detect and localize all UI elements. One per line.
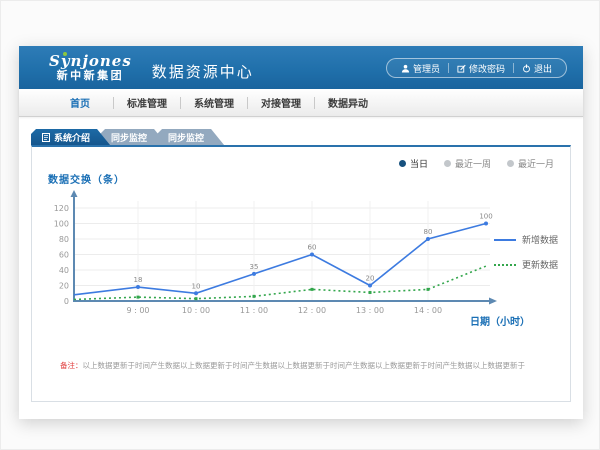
data-point <box>368 284 372 288</box>
data-point-label: 80 <box>424 228 433 236</box>
tab-label: 同步监控 <box>111 131 147 144</box>
radio-label: 当日 <box>410 157 428 170</box>
data-point <box>426 237 430 241</box>
tab-3[interactable]: 同步监控 <box>157 129 224 145</box>
footnote-label: 备注： <box>60 361 83 370</box>
user-menu: 管理员 修改密码 退出 <box>386 58 567 78</box>
y-tick-label: 80 <box>59 235 69 244</box>
tab-1[interactable]: 系统介绍 <box>31 129 110 145</box>
legend-label: 新增数据 <box>522 233 558 246</box>
range-option-2[interactable]: 最近一周 <box>444 157 491 170</box>
chart-legend: 新增数据更新数据 <box>494 233 558 283</box>
data-point-label: 20 <box>366 275 375 283</box>
tab-bar: 系统介绍 同步监控 同步监控 <box>31 129 583 145</box>
line-chart: 0 20 40 60 80 100 120 9 : 00 10 : 00 11 : 00 12 : … <box>46 189 506 327</box>
data-point <box>137 296 140 299</box>
x-tick-label: 9 : 00 <box>126 306 149 315</box>
data-point <box>253 295 256 298</box>
radio-dot-icon <box>444 160 451 167</box>
logo-company-name: 新中新集团 <box>49 70 132 82</box>
legend-item: 更新数据 <box>494 258 558 271</box>
screenshot-canvas: Synjones 新中新集团 数据资源中心 管理员修改密码退出 首页标准管理系统… <box>0 0 600 450</box>
data-point-label: 100 <box>479 213 492 221</box>
data-point <box>369 291 372 294</box>
tab-label: 系统介绍 <box>54 131 90 144</box>
data-point-label: 60 <box>308 244 317 252</box>
user-menu-logout[interactable]: 退出 <box>514 62 560 75</box>
y-axis-arrow-icon <box>71 190 78 197</box>
y-tick-label: 20 <box>59 282 69 291</box>
nav-item-3[interactable]: 系统管理 <box>181 95 247 110</box>
app-window: Synjones 新中新集团 数据资源中心 管理员修改密码退出 首页标准管理系统… <box>19 46 583 419</box>
data-point <box>484 222 488 226</box>
nav-item-5[interactable]: 数据异动 <box>315 95 381 110</box>
content-area: 系统介绍 同步监控 同步监控 当日 最近一周 最近一月 数据交换（条） 0 20 40 60 8… <box>19 129 583 402</box>
legend-line-sample <box>494 264 516 266</box>
nav-item-4[interactable]: 对接管理 <box>248 95 314 110</box>
data-point <box>136 285 140 289</box>
nav-item-2[interactable]: 标准管理 <box>114 95 180 110</box>
data-point <box>252 272 256 276</box>
logo-wordmark: Synjones <box>49 53 132 70</box>
legend-item: 新增数据 <box>494 233 558 246</box>
data-point <box>310 253 314 257</box>
range-option-3[interactable]: 最近一月 <box>507 157 554 170</box>
app-title: 数据资源中心 <box>152 53 254 82</box>
legend-label: 更新数据 <box>522 258 558 271</box>
data-point <box>194 291 198 295</box>
x-tick-label: 14 : 00 <box>414 306 442 315</box>
app-header: Synjones 新中新集团 数据资源中心 管理员 修改密码 退出 <box>19 46 583 89</box>
radio-dot-icon <box>399 160 406 167</box>
x-tick-label: 13 : 00 <box>356 306 384 315</box>
user-menu-admin[interactable]: 管理员 <box>393 62 448 75</box>
radio-dot-icon <box>507 160 514 167</box>
range-option-1[interactable]: 当日 <box>399 157 428 170</box>
user-menu-label: 退出 <box>534 62 552 75</box>
user-menu-change-password[interactable]: 修改密码 <box>449 62 513 75</box>
user-menu-label: 管理员 <box>413 62 440 75</box>
footnote: 备注：以上数据更新于时间产生数据以上数据更新于时间产生数据以上数据更新于时间产生… <box>60 360 565 371</box>
range-radio-group: 当日 最近一周 最近一月 <box>399 157 554 170</box>
user-icon <box>401 64 410 73</box>
data-point <box>427 288 430 291</box>
power-icon <box>522 64 531 73</box>
document-icon <box>42 133 50 142</box>
logo: Synjones 新中新集团 <box>49 53 132 82</box>
edit-icon <box>457 64 466 73</box>
data-point-label: 35 <box>250 263 259 271</box>
data-point-label: 18 <box>134 276 143 284</box>
tab-2[interactable]: 同步监控 <box>100 129 167 145</box>
legend-line-sample <box>494 239 516 241</box>
y-tick-label: 60 <box>59 251 69 260</box>
y-tick-label: 40 <box>59 266 69 275</box>
chart-panel: 当日 最近一周 最近一月 数据交换（条） 0 20 40 60 80 100 120 9 : 00… <box>31 145 571 402</box>
footnote-text: 以上数据更新于时间产生数据以上数据更新于时间产生数据以上数据更新于时间产生数据以… <box>83 361 526 370</box>
x-axis-title: 日期（小时） <box>470 313 530 328</box>
main-nav: 首页标准管理系统管理对接管理数据异动 <box>19 89 583 117</box>
y-axis-title: 数据交换（条） <box>48 171 125 186</box>
y-tick-label: 120 <box>54 204 69 213</box>
user-menu-label: 修改密码 <box>469 62 505 75</box>
radio-label: 最近一周 <box>455 157 491 170</box>
x-axis-arrow-icon <box>489 298 497 305</box>
data-point-label: 10 <box>192 282 201 290</box>
data-point <box>195 297 198 300</box>
y-tick-label: 100 <box>54 220 69 229</box>
data-point <box>311 288 314 291</box>
tab-label: 同步监控 <box>168 131 204 144</box>
x-tick-label: 12 : 00 <box>298 306 326 315</box>
x-tick-label: 11 : 00 <box>240 306 268 315</box>
x-tick-label: 10 : 00 <box>182 306 210 315</box>
nav-item-1[interactable]: 首页 <box>47 95 113 110</box>
y-tick-label: 0 <box>64 297 69 306</box>
radio-label: 最近一月 <box>518 157 554 170</box>
